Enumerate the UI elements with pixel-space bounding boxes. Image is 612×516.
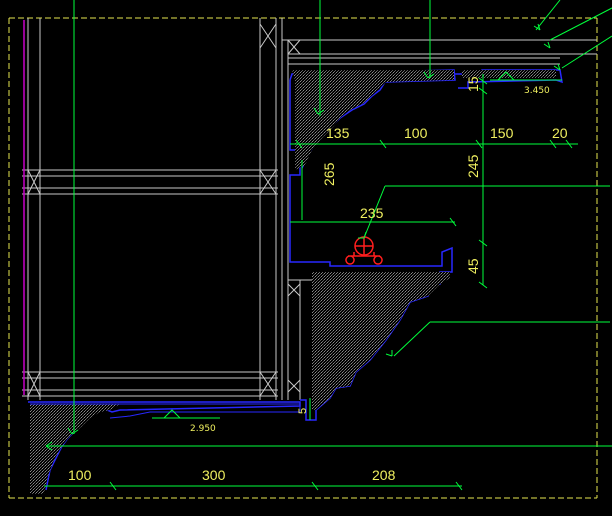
dim-265: 265 (321, 162, 337, 186)
dim-235: 235 (360, 205, 384, 221)
pipe-section-symbol (345, 236, 383, 265)
dim-135: 135 (326, 125, 350, 141)
upper-cornice-profile (289, 69, 563, 421)
dim-300: 300 (202, 467, 226, 483)
dim-5: 5 (297, 408, 309, 414)
dim-100-bottom: 100 (68, 467, 92, 483)
dim-208: 208 (372, 467, 396, 483)
dim-45: 45 (465, 258, 481, 274)
level-upper: 3.450 (524, 86, 550, 96)
cad-drawing-canvas: 135 100 150 20 15 265 245 235 45 5 100 3… (8, 0, 612, 499)
dim-20: 20 (552, 125, 568, 141)
dim-100-top: 100 (404, 125, 428, 141)
dim-245: 245 (465, 154, 481, 178)
elevation-triangle-lower (152, 409, 220, 419)
dim-150: 150 (490, 125, 514, 141)
window-grid (22, 18, 278, 400)
dim-15: 15 (465, 76, 481, 92)
level-lower: 2.950 (190, 424, 216, 434)
